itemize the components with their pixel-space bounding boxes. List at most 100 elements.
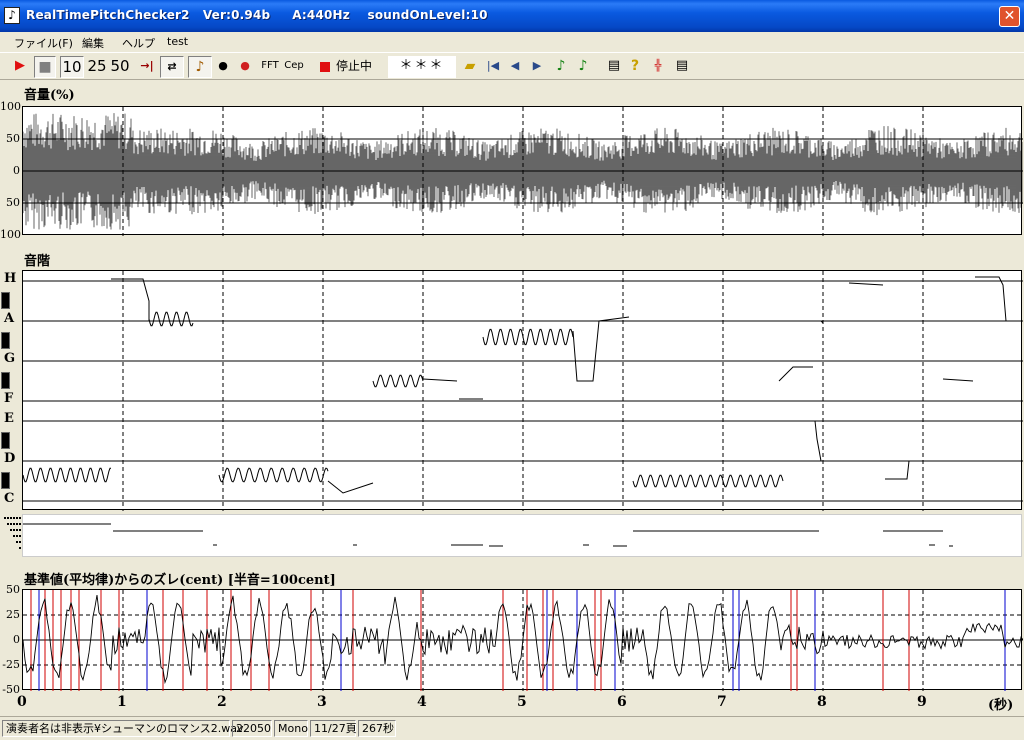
violin-button[interactable]: ♪ (188, 56, 212, 78)
black-key (1, 332, 10, 349)
toolbar: ▶ ■ 10 25 50 →| ⇄ ♪ ● ● FFT Cep 停止中 ＊＊＊ … (0, 52, 1024, 80)
speed-25-button[interactable]: 25 (86, 56, 108, 78)
xtick: 6 (617, 694, 627, 710)
pitch-segment (23, 467, 111, 483)
pitch-segment (572, 316, 630, 382)
pitch-segment (148, 311, 194, 327)
status-bar: 演奏者名は非表示¥シューマンのロマンス2.wav 22050 Mono 11/2… (0, 716, 1024, 740)
pitch-plot-svg (23, 271, 1023, 511)
volume-waveform-svg (23, 107, 1023, 236)
menu-help[interactable]: ヘルプ (122, 35, 155, 51)
cent-ytick: 25 (6, 608, 20, 621)
cent-deviation-plot[interactable] (22, 589, 1023, 691)
cent-deviation-svg (23, 590, 1023, 691)
black-key (1, 432, 10, 449)
status-sample-rate: 22050 (232, 720, 272, 737)
cent-ytick: 50 (6, 583, 20, 596)
speed-10-button[interactable]: 10 (60, 56, 84, 78)
octave-marker-icon (4, 516, 22, 556)
current-note-display: ＊＊＊ (388, 56, 456, 78)
black-key (1, 292, 10, 309)
person-button[interactable]: ● (214, 56, 232, 78)
pitch-panel-title: 音階 (24, 254, 51, 269)
note-label-f: F (4, 391, 14, 406)
note-timeline-svg (23, 523, 953, 547)
note-green-alt-icon[interactable]: ♪ (574, 56, 592, 78)
title-bar[interactable]: ♪ RealTimePitchChecker2 Ver:0.94b A:440H… (0, 0, 1024, 32)
volume-ytick: 50 (6, 196, 20, 209)
help-icon[interactable]: ? (626, 56, 644, 78)
marker-icon[interactable]: ╬ (648, 56, 668, 78)
pitch-segment (111, 278, 150, 321)
pitch-segment (422, 378, 458, 382)
cent-ytick: 0 (13, 633, 20, 646)
xtick: 7 (717, 694, 727, 710)
note-timeline-strip (22, 514, 1022, 557)
pitch-segment (885, 460, 923, 480)
pitch-segment (942, 378, 974, 382)
xtick: 3 (317, 694, 327, 710)
next-page-icon[interactable]: ▶ (528, 56, 546, 78)
xtick: 2 (217, 694, 227, 710)
jump-end-button[interactable]: →| (136, 56, 158, 78)
volume-ytick: 100 (0, 228, 21, 241)
prev-page-icon[interactable]: ◀ (506, 56, 524, 78)
xtick: 9 (917, 694, 927, 710)
status-duration: 267秒 (358, 720, 396, 737)
note-label-h: H (4, 271, 17, 286)
xaxis-unit: (秒) (988, 698, 1014, 713)
volume-panel-title: 音量(%) (24, 88, 75, 103)
pitch-segment (814, 420, 822, 462)
xtick: 0 (17, 694, 27, 710)
note-label-g: G (4, 351, 16, 366)
xtick: 4 (417, 694, 427, 710)
pitch-segment (975, 276, 1007, 322)
pitch-segment (632, 474, 784, 488)
pitch-segment (327, 480, 374, 494)
pitch-segment (778, 366, 813, 382)
pitch-segment (218, 467, 329, 483)
speed-50-button[interactable]: 50 (109, 56, 131, 78)
cent-ytick: -25 (2, 658, 20, 671)
playback-status: 停止中 (336, 59, 373, 73)
volume-ytick: 100 (0, 100, 21, 113)
status-channels: Mono (274, 720, 308, 737)
status-page: 11/27頁 (310, 720, 357, 737)
pitch-segment (848, 282, 884, 286)
xtick: 8 (817, 694, 827, 710)
black-key (1, 372, 10, 389)
menu-bar: ファイル(F) 編集 ヘルプ test (0, 32, 1024, 52)
loop-button[interactable]: ⇄ (160, 56, 184, 78)
note-label-a: A (4, 311, 15, 326)
note-green-icon[interactable]: ♪ (552, 56, 570, 78)
menu-test[interactable]: test (167, 35, 188, 48)
xtick: 5 (517, 694, 527, 710)
volume-waveform-plot[interactable] (22, 106, 1023, 236)
note-label-e: E (4, 411, 14, 426)
fft-button[interactable]: FFT (258, 56, 282, 78)
record-indicator-icon (320, 62, 330, 72)
menu-edit[interactable]: 編集 (82, 35, 104, 51)
xtick: 1 (117, 694, 127, 710)
note-label-d: D (4, 451, 16, 466)
menu-file[interactable]: ファイル(F) (14, 35, 73, 51)
music-icon: ♪ (4, 7, 20, 24)
play-button[interactable]: ▶ (10, 56, 30, 78)
window-title: RealTimePitchChecker2 Ver:0.94b A:440Hz … (26, 8, 488, 22)
person-red-button[interactable]: ● (236, 56, 254, 78)
first-page-icon[interactable]: |◀ (484, 56, 502, 78)
volume-ytick: 0 (13, 164, 20, 177)
pitch-plot[interactable] (22, 270, 1023, 511)
print-alt-icon[interactable]: ▤ (672, 56, 692, 78)
close-button[interactable]: ✕ (999, 6, 1020, 27)
black-key (1, 472, 10, 489)
open-folder-icon[interactable]: ▰ (460, 56, 480, 78)
note-label-c: C (4, 491, 15, 506)
stop-button[interactable]: ■ (34, 56, 56, 78)
volume-ytick: 50 (6, 132, 20, 145)
cent-panel-title: 基準値(平均律)からのズレ(cent) [半音=100cent] (24, 573, 336, 588)
pitch-segment (372, 374, 424, 388)
cep-button[interactable]: Cep (282, 56, 306, 78)
pitch-gridlines (23, 271, 1023, 511)
print-icon[interactable]: ▤ (604, 56, 624, 78)
